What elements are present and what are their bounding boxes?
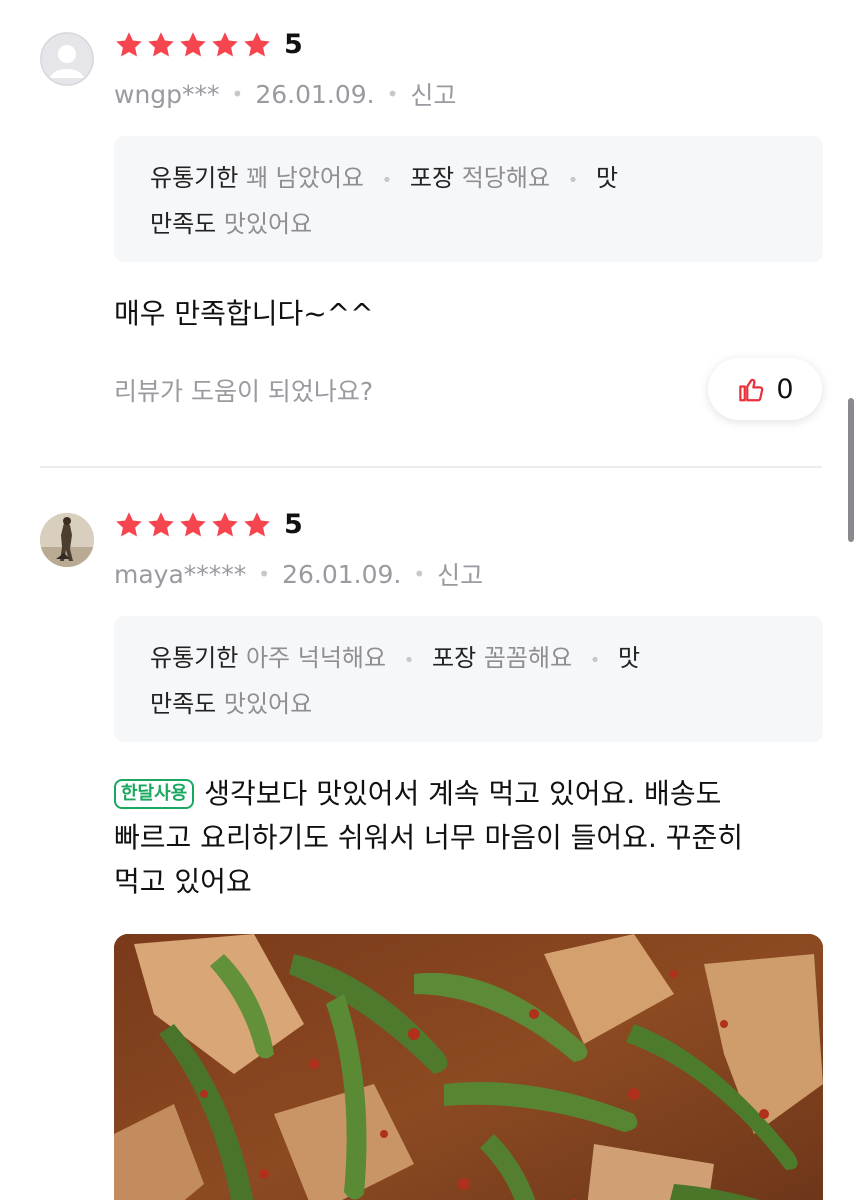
separator-dot: • [403, 650, 415, 671]
star-icon [244, 512, 270, 537]
review-list: 5 wngp*** • 26.01.09. • 신고 유통기한 꽤 남았어요 •… [0, 0, 862, 1200]
review-body-line: 한달사용 생각보다 맛있어서 계속 먹고 있어요. 배송도 [114, 772, 814, 816]
star-icon [116, 512, 142, 537]
star-icon [244, 32, 270, 57]
attribute-line: 유통기한 꽤 남았어요 • 포장 적당해요 • 맛 [150, 158, 618, 193]
separator-dot: • [231, 82, 244, 106]
attribute-key: 유통기한 [150, 164, 239, 192]
attribute-line: 유통기한 아주 넉넉해요 • 포장 꼼꼼해요 • 맛 [150, 638, 640, 673]
review-meta: wngp*** • 26.01.09. • 신고 [114, 76, 456, 112]
attribute-key: 만족도 [150, 690, 217, 718]
separator-dot: • [589, 650, 601, 671]
review-body-line: 먹고 있어요 [114, 865, 252, 898]
attribute-value: 꼼꼼해요 [483, 644, 573, 672]
attribute-key: 맛 [595, 164, 619, 192]
star-icon [212, 512, 238, 537]
star-icon [212, 32, 238, 57]
review-photo[interactable] [114, 934, 823, 1200]
review-attributes: 유통기한 아주 넉넉해요 • 포장 꼼꼼해요 • 맛 만족도 맛있어요 [114, 616, 823, 742]
like-count: 0 [776, 373, 794, 405]
rating-value: 5 [284, 509, 303, 540]
thumbs-up-icon [739, 378, 764, 402]
reviewer-name: maya***** [114, 559, 247, 589]
separator-dot: • [386, 82, 399, 106]
star-icon [180, 512, 206, 537]
attribute-line: 만족도 맛있어요 [150, 204, 312, 239]
rating-value: 5 [284, 29, 303, 60]
review-body-line: 빠르고 요리하기도 쉬워서 너무 마음이 들어요. 꾸준히 [114, 821, 744, 854]
separator-dot: • [258, 562, 271, 586]
default-user-icon [40, 32, 94, 86]
review-date: 26.01.09. [255, 79, 375, 109]
attribute-value: 꽤 남았어요 [245, 164, 364, 192]
divider [40, 466, 822, 468]
review-date: 26.01.09. [282, 559, 402, 589]
usage-badge: 한달사용 [114, 779, 195, 809]
scrollbar[interactable] [848, 398, 854, 542]
review-meta: maya***** • 26.01.09. • 신고 [114, 556, 483, 592]
report-link[interactable]: 신고 [437, 556, 483, 592]
separator-dot: • [413, 562, 426, 586]
reviewer-name: wngp*** [114, 79, 220, 109]
rating-stars: 5 [114, 30, 303, 60]
user-photo [40, 513, 94, 567]
attribute-value: 아주 넉넉해요 [245, 644, 387, 672]
attribute-key: 유통기한 [150, 644, 239, 672]
star-icon [148, 32, 174, 57]
attribute-value: 맛있어요 [223, 210, 313, 238]
rating-stars: 5 [114, 510, 303, 540]
attribute-value: 맛있어요 [223, 690, 313, 718]
attribute-line: 만족도 맛있어요 [150, 684, 312, 719]
separator-dot: • [567, 170, 579, 191]
helpful-question: 리뷰가 도움이 되었나요? [114, 377, 374, 406]
review-attributes: 유통기한 꽤 남았어요 • 포장 적당해요 • 맛 만족도 맛있어요 [114, 136, 823, 262]
attribute-key: 포장 [409, 164, 455, 192]
star-icon [148, 512, 174, 537]
report-link[interactable]: 신고 [410, 76, 456, 112]
helpful-button[interactable]: 0 [708, 358, 822, 420]
attribute-key: 맛 [618, 644, 641, 672]
review-body: 한달사용 생각보다 맛있어서 계속 먹고 있어요. 배송도 빠르고 요리하기도 쉬… [114, 772, 814, 904]
review-body-text: 생각보다 맛있어서 계속 먹고 있어요. 배송도 [204, 777, 722, 810]
attribute-value: 적당해요 [461, 164, 551, 192]
attribute-key: 포장 [431, 644, 477, 672]
star-icon [116, 32, 142, 57]
attribute-key: 만족도 [150, 210, 217, 238]
separator-dot: • [381, 170, 393, 191]
review-body: 매우 만족합니다~^^ [114, 297, 374, 330]
star-icon [180, 32, 206, 57]
